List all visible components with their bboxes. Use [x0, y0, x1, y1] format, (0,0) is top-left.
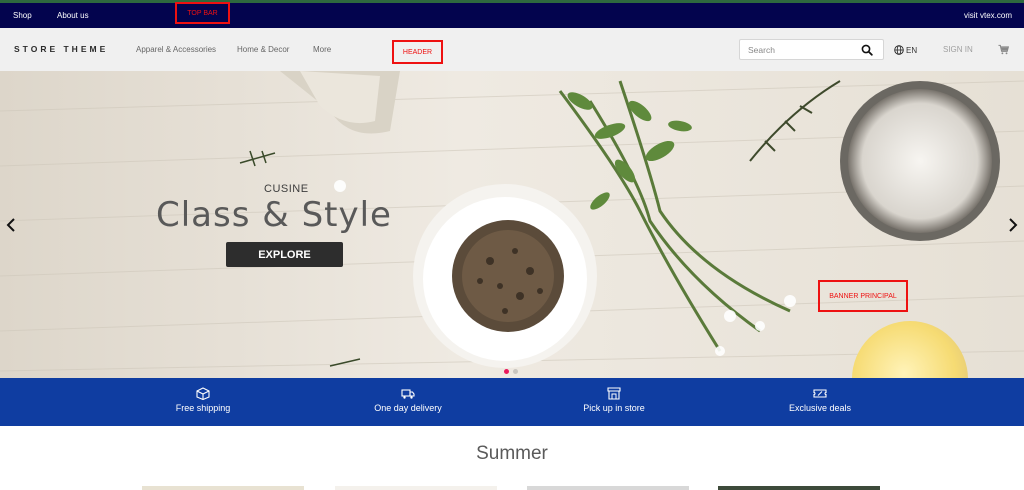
benefit-exclusive-deals: Exclusive deals — [730, 378, 910, 426]
carousel-dot-active[interactable] — [504, 369, 509, 374]
globe-icon — [894, 45, 904, 55]
top-bar-link-vtex[interactable]: visit vtex.com — [964, 11, 1012, 20]
top-bar-link-about[interactable]: About us — [57, 11, 89, 20]
cart-icon[interactable] — [998, 44, 1009, 55]
chevron-left-icon — [6, 218, 15, 232]
sign-in-button[interactable]: SIGN IN — [943, 45, 973, 54]
top-bar: Shop About us visit vtex.com — [0, 3, 1024, 28]
benefit-label: Free shipping — [175, 403, 231, 413]
header-annotation: HEADER — [392, 40, 443, 64]
product-thumbnail[interactable] — [335, 486, 497, 490]
benefit-label: Exclusive deals — [788, 403, 852, 413]
ticket-icon — [813, 389, 827, 398]
search-input[interactable] — [748, 43, 858, 57]
search-box — [739, 39, 884, 60]
language-selector[interactable]: EN — [894, 45, 917, 55]
product-thumbnail[interactable] — [142, 486, 304, 490]
main-banner: CUSINE Class & Style EXPLORE — [0, 71, 1024, 378]
banner-eyebrow: CUSINE — [264, 183, 309, 195]
banner-annotation: BANNER PRINCIPAL — [818, 280, 908, 312]
benefit-label: One day delivery — [374, 403, 442, 413]
nav-item-home-decor[interactable]: Home & Decor — [237, 45, 289, 54]
benefits-bar: Free shipping One day delivery Pick up i… — [0, 378, 1024, 426]
search-icon[interactable] — [861, 44, 873, 56]
product-thumbnail[interactable] — [527, 486, 689, 490]
nav-item-more[interactable]: More — [313, 45, 331, 54]
carousel-dot[interactable] — [513, 369, 518, 374]
nav-item-apparel[interactable]: Apparel & Accessories — [136, 45, 216, 54]
explore-button[interactable]: EXPLORE — [226, 242, 343, 267]
carousel-next-button[interactable] — [1006, 217, 1020, 233]
banner-image — [0, 71, 1024, 378]
benefit-one-day-delivery: One day delivery — [318, 378, 498, 426]
section-title: Summer — [476, 443, 548, 464]
carousel-prev-button[interactable] — [4, 217, 18, 233]
truck-icon — [401, 389, 415, 399]
header: STORE THEME Apparel & Accessories Home &… — [0, 28, 1024, 71]
language-label: EN — [906, 45, 918, 55]
banner-headline: Class & Style — [156, 195, 392, 235]
benefit-free-shipping: Free shipping — [113, 378, 293, 426]
top-bar-link-shop[interactable]: Shop — [13, 11, 32, 20]
chevron-right-icon — [1009, 218, 1018, 232]
box-icon — [196, 387, 210, 400]
benefit-label: Pick up in store — [583, 403, 645, 413]
store-logo[interactable]: STORE THEME — [14, 44, 108, 54]
benefit-pick-up: Pick up in store — [524, 378, 704, 426]
top-bar-annotation: TOP BAR — [175, 2, 230, 24]
store-icon — [607, 387, 621, 400]
product-thumbnail[interactable] — [718, 486, 880, 490]
